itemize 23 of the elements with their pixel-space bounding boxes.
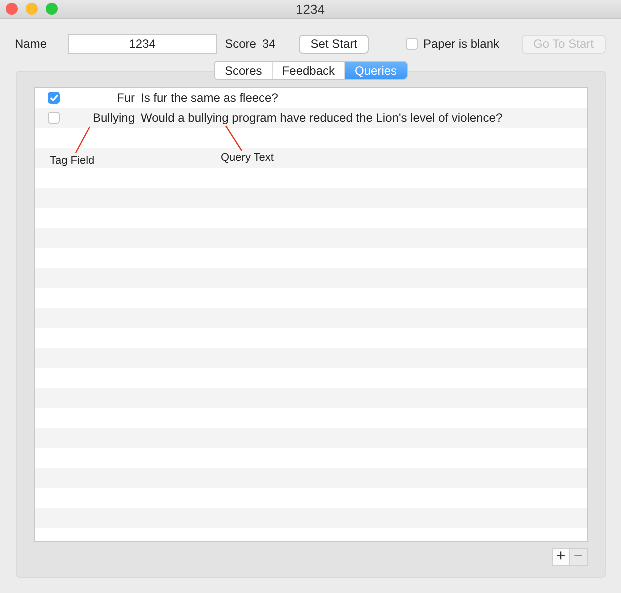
tag-cell-text: Bullying	[92, 111, 135, 125]
leader-line	[225, 125, 243, 152]
set-start-button[interactable]: Set Start	[298, 34, 370, 54]
close-button[interactable]	[6, 3, 18, 15]
tag-cell-text: Fur	[116, 91, 135, 105]
window-title: 1234	[296, 2, 325, 16]
checkmark-icon	[50, 94, 58, 102]
query-cell: Would a bullying program have reduced the Lion's level of violence?	[141, 111, 503, 125]
score-value: 34	[262, 37, 276, 51]
annotation-label: Tag Field	[50, 155, 95, 167]
minimize-button[interactable]	[26, 3, 38, 15]
add-button[interactable]: +	[552, 548, 570, 566]
paper-blank-checkbox[interactable]	[406, 38, 418, 50]
query-checkbox[interactable]	[48, 92, 60, 104]
zoom-button[interactable]	[46, 3, 58, 15]
score-label: Score	[225, 37, 256, 51]
name-label: Name	[15, 37, 48, 51]
annotation-label: Query Text	[221, 152, 274, 164]
query-cell: Is fur the same as fleece?	[141, 91, 278, 105]
name-field[interactable]: 1234	[68, 34, 218, 54]
paper-blank-label: Paper is blank	[423, 37, 500, 51]
leader-line	[75, 126, 91, 154]
query-checkbox[interactable]	[48, 112, 60, 124]
